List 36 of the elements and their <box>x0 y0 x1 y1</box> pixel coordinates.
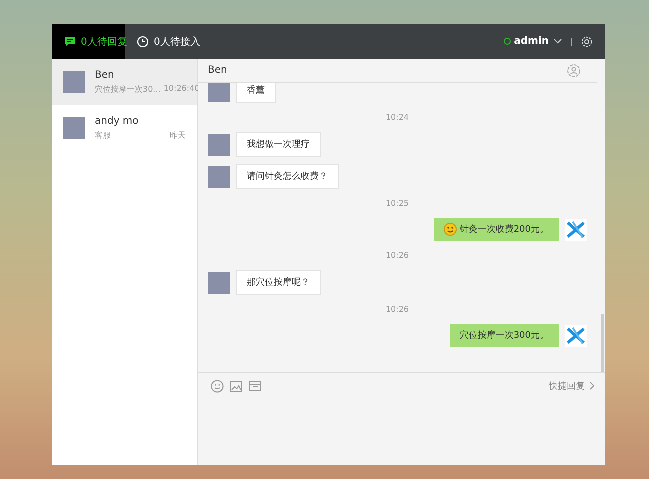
avatar-photo-placeholder <box>208 134 230 156</box>
avatar-photo-placeholder <box>63 71 85 93</box>
message-bubble: 那穴位按摩呢？ <box>236 270 321 295</box>
smiley-icon[interactable] <box>211 380 224 392</box>
message-bubble: 我想做一次理疗 <box>236 132 321 157</box>
contact-name: Ben <box>95 70 116 80</box>
message-text: 穴位按摩一次300元。 <box>460 330 549 342</box>
avatar-photo-placeholder <box>208 166 230 188</box>
message-text: 针灸一次收费200元。 <box>460 224 549 236</box>
avatar-photo-placeholder <box>208 272 230 294</box>
chat-bubble-icon <box>64 36 76 47</box>
settings-icon[interactable] <box>581 36 593 48</box>
message-time: 昨天 <box>170 130 186 140</box>
contact-name: andy mo <box>95 116 140 126</box>
timestamp: 10:26 <box>386 305 410 314</box>
avatar-photo-placeholder <box>63 117 85 139</box>
user-profile-icon[interactable] <box>567 64 581 78</box>
queue-tab[interactable]: 0人待回复 <box>52 24 125 59</box>
image-icon[interactable] <box>230 380 243 392</box>
avatar-photo-placeholder <box>208 83 230 102</box>
chevron-down-icon <box>554 39 562 44</box>
cross-logo-icon <box>565 324 587 346</box>
timestamp: 10:24 <box>386 113 410 122</box>
message-bubble: 请问针灸怎么收费？ <box>236 164 339 189</box>
timestamp: 10:26 <box>386 251 410 260</box>
user-menu[interactable]: admin <box>514 36 562 47</box>
message-preview: 客服 <box>95 130 111 140</box>
cross-logo-icon <box>565 218 587 240</box>
folder-icon[interactable] <box>249 380 262 392</box>
chat-title: Ben <box>208 65 228 76</box>
chevron-right-icon <box>590 382 595 390</box>
timestamp: 10:25 <box>386 199 410 208</box>
message-bubble: 香薰 <box>236 83 276 103</box>
clock-icon <box>137 36 149 48</box>
queue-tab[interactable]: 0人待接入 <box>125 24 212 59</box>
message-preview: 穴位按摩一次30... <box>95 84 161 94</box>
